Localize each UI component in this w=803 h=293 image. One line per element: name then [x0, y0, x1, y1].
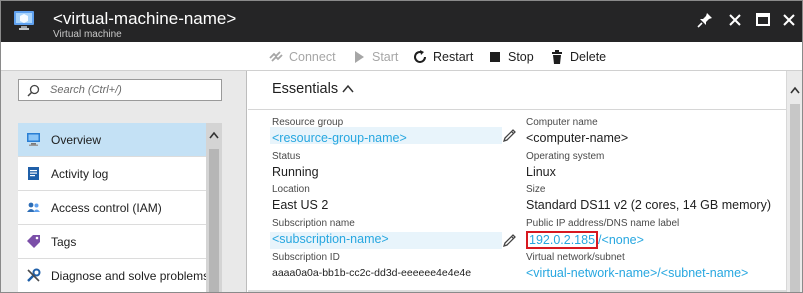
restart-label: Restart	[433, 50, 474, 64]
sidebar-item-tags[interactable]: Tags	[18, 225, 206, 259]
users-icon	[27, 202, 40, 212]
log-icon	[28, 167, 39, 180]
edit-pencil-icon[interactable]	[502, 233, 517, 248]
sidebar-item-diagnose[interactable]: Diagnose and solve problems	[18, 259, 210, 292]
search-icon	[27, 84, 40, 97]
page-title: <virtual-machine-name>	[53, 9, 237, 28]
sidebar-item-overview[interactable]: Overview	[18, 123, 206, 157]
nav-scrollbar[interactable]	[206, 123, 222, 292]
trash-icon	[552, 50, 562, 64]
sidebar-item-label: Access control (IAM)	[51, 201, 162, 215]
subscription-link[interactable]: <subscription-name>	[272, 231, 389, 247]
prop-computer-name: Computer name <computer-name>	[526, 117, 628, 146]
essentials-header[interactable]: Essentials	[248, 71, 786, 110]
connect-icon	[269, 51, 283, 62]
pin-icon[interactable]	[695, 10, 715, 30]
essentials-panel: Essentials Resource group <resource-grou…	[248, 71, 802, 292]
sidebar-item-label: Tags	[51, 235, 77, 249]
location-value: East US 2	[272, 198, 329, 212]
scroll-up-icon[interactable]	[790, 86, 800, 94]
sidebar-item-activity-log[interactable]: Activity log	[18, 157, 206, 191]
prop-location: Location East US 2	[272, 184, 328, 213]
prop-public-ip: Public IP address/DNS name label 192.0.2…	[526, 218, 679, 249]
essentials-title: Essentials	[272, 81, 339, 97]
nav-scroll-thumb[interactable]	[209, 149, 219, 292]
prop-size: Size Standard DS11 v2 (2 cores, 14 GB me…	[526, 184, 771, 213]
prop-label: Location	[272, 184, 310, 195]
stop-button[interactable]: Stop	[487, 48, 534, 66]
start-label: Start	[372, 50, 399, 64]
tag-icon	[27, 235, 40, 248]
stop-icon	[490, 52, 500, 62]
page-subtitle: Virtual machine	[53, 29, 122, 40]
prop-status: Status Running	[272, 151, 319, 180]
ip-highlight-box: 192.0.2.185	[526, 231, 599, 249]
prop-label: Status	[272, 151, 301, 162]
sidebar-item-access-control[interactable]: Access control (IAM)	[18, 191, 206, 225]
virtual-network-link[interactable]: <virtual-network-name>/<subnet-name>	[526, 265, 748, 281]
prop-label: Public IP address/DNS name label	[526, 218, 680, 229]
computer-name-value: <computer-name>	[526, 131, 629, 145]
command-bar: Connect Start Restart Stop Delete	[1, 42, 802, 71]
scroll-up-icon[interactable]	[209, 131, 219, 139]
play-icon	[355, 51, 364, 63]
title-bar: <virtual-machine-name> Virtual machine	[1, 1, 802, 42]
sidebar-item-label: Overview	[51, 133, 102, 147]
maximize-icon[interactable]	[753, 10, 773, 30]
public-ip-value: 192.0.2.185/<none>	[526, 231, 679, 249]
nav-list: Overview Activity log Access control (IA…	[18, 123, 210, 292]
edit-pencil-icon[interactable]	[502, 128, 517, 143]
virtual-machine-icon	[14, 11, 34, 30]
prop-virtual-network: Virtual network/subnet <virtual-network-…	[526, 252, 748, 281]
delete-button[interactable]: Delete	[549, 48, 606, 66]
resource-menu: Search (Ctrl+/) Overview Activity log Ac…	[1, 71, 247, 292]
restart-button[interactable]: Restart	[412, 48, 473, 66]
restart-icon	[414, 50, 426, 63]
content-scrollbar[interactable]	[786, 71, 802, 292]
prop-label: Subscription name	[272, 218, 355, 229]
prop-subscription-name: Subscription name <subscription-name>	[272, 218, 389, 247]
public-ip-link[interactable]: 192.0.2.185	[529, 233, 595, 247]
prop-label: Virtual network/subnet	[526, 252, 625, 263]
size-value: Standard DS11 v2 (2 cores, 14 GB memory)	[526, 198, 772, 212]
search-input[interactable]: Search (Ctrl+/)	[18, 79, 222, 101]
delete-label: Delete	[570, 50, 607, 64]
sidebar-item-label: Activity log	[51, 167, 109, 181]
start-button[interactable]: Start	[351, 48, 398, 66]
connect-button[interactable]: Connect	[268, 48, 336, 66]
prop-label: Subscription ID	[272, 252, 340, 263]
monitor-icon	[27, 133, 40, 146]
wrench-icon	[27, 268, 41, 282]
prop-subscription-id: Subscription ID aaaa0a0a-bb1b-cc2c-dd3d-…	[272, 252, 471, 281]
os-value: Linux	[526, 165, 556, 179]
search-placeholder: Search (Ctrl+/)	[50, 84, 122, 96]
close-icon[interactable]	[779, 10, 799, 30]
prop-label: Size	[526, 184, 546, 195]
close-blade-icon[interactable]	[725, 10, 745, 30]
resource-group-link[interactable]: <resource-group-name>	[272, 130, 407, 146]
vm-blade: <virtual-machine-name> Virtual machine C…	[0, 0, 803, 293]
sidebar-item-label: Diagnose and solve problems	[51, 269, 210, 283]
prop-label: Computer name	[526, 117, 598, 128]
prop-operating-system: Operating system Linux	[526, 151, 604, 180]
dns-label-link[interactable]: <none>	[602, 233, 644, 247]
chevron-up-icon[interactable]	[341, 82, 355, 96]
prop-label: Resource group	[272, 117, 344, 128]
stop-label: Stop	[508, 50, 534, 64]
connect-label: Connect	[289, 50, 336, 64]
prop-label: Operating system	[526, 151, 605, 162]
status-value: Running	[272, 165, 319, 179]
prop-resource-group: Resource group <resource-group-name>	[272, 117, 407, 146]
subscription-id-value: aaaa0a0a-bb1b-cc2c-dd3d-eeeeee4e4e4e	[272, 267, 472, 279]
content-scroll-thumb[interactable]	[790, 104, 800, 292]
